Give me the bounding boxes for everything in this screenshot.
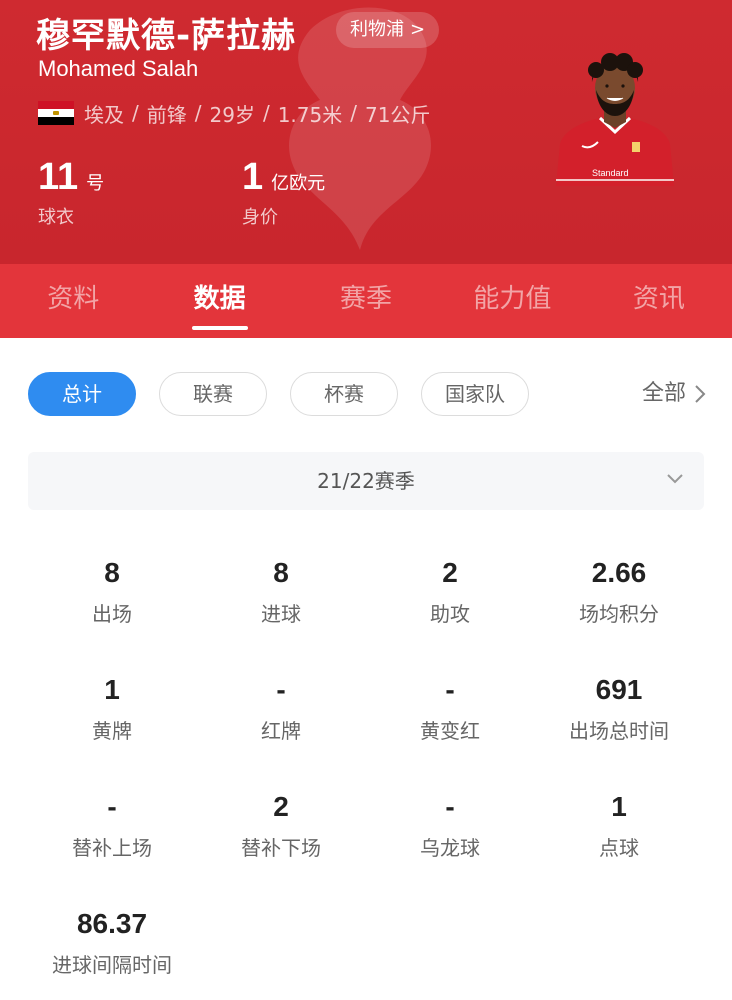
stat-value: 2 [442,557,458,588]
market-value-stat: 1 亿欧元 身价 [242,156,325,229]
meta-separator: / [194,101,202,125]
player-weight: 71公斤 [364,102,431,127]
player-meta-row: 埃及 / 前锋 / 29岁 / 1.75米 / 71公斤 [38,98,430,128]
stat-value: 1 [611,791,627,822]
chevron-right-icon: > [410,19,426,40]
stat-value: 2 [273,791,289,822]
stat-cell: 2 助攻 [360,556,540,627]
stat-value: - [107,791,117,822]
jersey-caption: 球衣 [38,207,74,228]
stat-label: 助攻 [430,602,470,626]
player-position: 前锋 [146,102,187,127]
player-age: 29岁 [209,102,255,127]
tab-season[interactable]: 赛季 [293,264,439,338]
stat-cell: 691 出场总时间 [529,673,709,744]
stat-cell: - 替补上场 [22,790,202,861]
jersey-unit: 号 [86,173,105,194]
stat-label: 点球 [599,836,639,860]
stat-label: 替补下场 [241,836,321,860]
market-value-unit: 亿欧元 [271,173,326,194]
jersey-stat: 11 号 球衣 [38,156,104,229]
stat-cell: 1 点球 [529,790,709,861]
stat-cell: 8 出场 [22,556,202,627]
stat-label: 场均积分 [579,602,659,626]
chip-cup[interactable]: 杯赛 [290,372,398,416]
meta-separator: / [132,101,139,125]
stat-label: 出场总时间 [569,719,669,743]
stat-value: 2.66 [591,557,647,588]
stat-value: - [445,791,455,822]
stat-label: 乌龙球 [420,836,480,860]
section-tabs: 资料 数据 赛季 能力值 资讯 [0,264,732,338]
chevron-down-icon [667,474,683,484]
all-filters-link[interactable]: 全部 [642,372,706,416]
meta-separator: / [350,101,357,125]
player-name-cn: 穆罕默德-萨拉赫 [36,16,297,56]
player-avatar: Standard [552,52,678,186]
stat-cell: 2 替补下场 [191,790,371,861]
competition-filter: 总计 联赛 杯赛 国家队 全部 [0,372,732,418]
club-name: 利物浦 [350,19,404,40]
chip-national-team[interactable]: 国家队 [421,372,529,416]
market-value-number: 1 [242,156,264,198]
stat-label: 替补上场 [72,836,152,860]
player-name-en: Mohamed Salah [38,56,199,81]
stat-value: 8 [273,557,289,588]
all-filters-label: 全部 [641,381,686,406]
stat-label: 进球间隔时间 [52,953,172,977]
player-header: 穆罕默德-萨拉赫 利物浦 > Mohamed Salah 埃及 / 前锋 / 29… [0,0,732,264]
stat-label: 出场 [92,602,132,626]
kit-sponsor-text: Standard [592,168,629,178]
tab-data[interactable]: 数据 [146,264,292,338]
stat-cell: 1 黄牌 [22,673,202,744]
market-value-caption: 身价 [242,207,278,228]
stat-cell: - 黄变红 [360,673,540,744]
player-nation: 埃及 [84,102,124,127]
egypt-flag-icon [38,101,74,125]
stat-value: 8 [104,557,120,588]
tab-ability[interactable]: 能力值 [439,264,585,338]
jersey-number: 11 [38,156,79,198]
stat-label: 黄变红 [420,719,480,743]
chevron-right-icon [695,385,706,403]
chip-league[interactable]: 联赛 [159,372,267,416]
meta-separator: / [262,101,270,125]
chip-total[interactable]: 总计 [28,372,136,416]
tab-profile[interactable]: 资料 [0,264,146,338]
season-select[interactable]: 21/22赛季 [28,452,704,510]
stat-label: 红牌 [261,719,301,743]
stat-value: - [445,674,455,705]
stat-value: 1 [104,674,120,705]
stat-value: 691 [595,674,643,705]
season-selected-value: 21/22赛季 [317,469,415,493]
stat-cell: 86.37 进球间隔时间 [22,907,202,978]
stat-cell: 8 进球 [191,556,371,627]
player-height: 1.75米 [277,102,343,127]
club-link-button[interactable]: 利物浦 > [336,12,440,48]
stat-cell: - 红牌 [191,673,371,744]
stat-label: 黄牌 [92,719,132,743]
stat-cell: - 乌龙球 [360,790,540,861]
stat-value: 86.37 [76,908,148,939]
stat-value: - [276,674,286,705]
stat-label: 进球 [261,602,301,626]
stat-cell: 2.66 场均积分 [529,556,709,627]
tab-news[interactable]: 资讯 [586,264,732,338]
